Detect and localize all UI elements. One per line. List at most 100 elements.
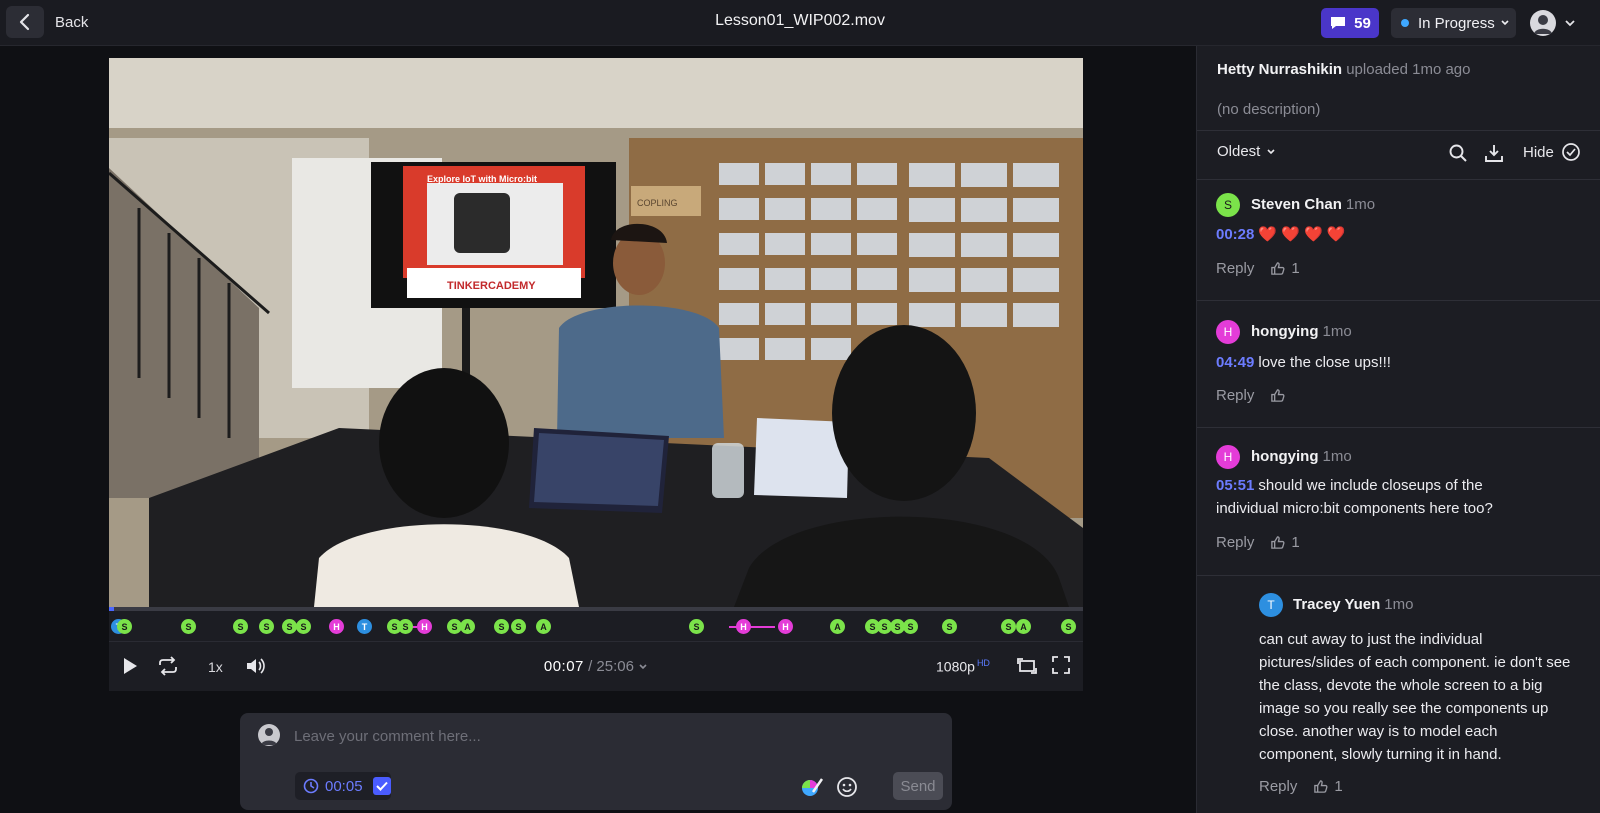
timeline-marker[interactable]: S [259,619,274,634]
chevron-down-icon [639,664,647,670]
search-button[interactable] [1447,142,1469,164]
timestamp-toggle[interactable]: 00:05 [295,772,391,800]
comment-item[interactable]: H hongying 1mo 04:49 love the close ups!!!… [1197,301,1600,427]
comment-author: hongying [1251,448,1319,465]
volume-button[interactable] [245,656,267,676]
uploader-info: Hetty Nurrashikin uploaded 1mo ago [1217,61,1471,78]
comment-timestamp[interactable]: 00:28 [1216,226,1254,243]
like-button[interactable]: 1 [1313,778,1343,795]
user-menu[interactable] [1530,9,1590,37]
slide-brand: TINKERCADEMY [447,280,536,292]
divider [1197,130,1600,131]
fullscreen-icon [1052,656,1070,674]
like-button[interactable]: 1 [1270,260,1300,277]
back-button[interactable] [6,6,44,38]
fullscreen-button[interactable] [1052,656,1070,674]
send-button[interactable]: Send [893,772,943,800]
chevron-down-icon [1267,148,1275,154]
reply-button[interactable]: Reply [1216,260,1254,277]
timeline-marker[interactable]: A [1016,619,1031,634]
check-circle-icon [1562,143,1580,161]
back-label[interactable]: Back [55,14,88,31]
like-button[interactable]: 1 [1270,534,1300,551]
user-icon [261,728,277,745]
timeline-marker[interactable]: S [117,619,132,634]
comment-reply-item[interactable]: T Tracey Yuen 1mo can cut away to just th… [1197,576,1600,813]
comment-text: can cut away to just the individual pict… [1259,631,1571,763]
comment-timestamp[interactable]: 05:51 [1216,477,1254,494]
timeline-marker[interactable]: S [942,619,957,634]
timeline-marker[interactable]: S [233,619,248,634]
hide-label: Hide [1523,143,1554,161]
download-icon [1485,145,1503,162]
timeline-marker[interactable]: S [181,619,196,634]
play-button[interactable] [121,656,139,676]
like-count: 1 [1291,260,1300,277]
comment-time: 1mo [1384,596,1414,613]
timeline-marker[interactable]: S [511,619,526,634]
comment-header: Tracey Yuen 1mo [1293,596,1413,613]
like-count: 1 [1334,778,1343,795]
comment-header: hongying 1mo [1251,448,1352,465]
comment-text: ❤️ ❤️ ❤️ ❤️ [1258,226,1346,243]
timestamp-checkbox[interactable] [372,777,391,795]
hide-comments-button[interactable]: Hide [1523,142,1581,162]
timeline-marker[interactable]: A [830,619,845,634]
timeline-marker[interactable]: S [1061,619,1076,634]
comment-avatar: S [1216,193,1240,217]
aspect-button[interactable] [1017,656,1037,676]
time-readout[interactable]: 00:07 / 25:06 [544,658,648,675]
comment-body: 00:28 ❤️ ❤️ ❤️ ❤️ [1216,223,1586,246]
status-dropdown[interactable]: In Progress [1391,8,1516,38]
timeline-marker[interactable]: S [494,619,509,634]
annotate-button[interactable] [800,775,824,799]
comment-item[interactable]: S Steven Chan 1mo 00:28 ❤️ ❤️ ❤️ ❤️ Reply … [1197,180,1600,300]
loop-icon [159,656,177,676]
timeline-marker[interactable]: A [536,619,551,634]
clock-icon [303,778,319,794]
comment-timestamp[interactable]: 04:49 [1216,354,1254,371]
slide-title: Explore IoT with Micro:bit [427,174,537,184]
chevron-left-icon [19,13,30,31]
sort-dropdown[interactable]: Oldest [1217,143,1276,160]
timeline-marker[interactable]: A [460,619,475,634]
emoji-button[interactable] [835,775,859,799]
status-label: In Progress [1418,14,1495,32]
quality-selector[interactable]: 1080p HD [936,658,990,675]
comment-body: can cut away to just the individual pict… [1259,628,1575,766]
comment-actions: Reply 1 [1259,778,1343,795]
comment-count-button[interactable]: 59 [1321,8,1379,38]
comment-composer: 00:05 Send [240,713,952,810]
comment-input[interactable] [294,725,914,747]
top-bar: Back Lesson01_WIP002.mov 59 In Progress [0,0,1600,46]
timeline-marker[interactable]: S [398,619,413,634]
comment-item[interactable]: H hongying 1mo 05:51 should we include clo… [1197,428,1600,574]
video-frame[interactable]: COPLING Explore IoT with Micro:bit TINKE… [109,58,1083,607]
loop-button[interactable] [157,656,179,676]
chevron-down-icon [1501,20,1509,26]
timeline-marker[interactable]: S [282,619,297,634]
timeline-marker[interactable]: H [329,619,344,634]
time-separator: / [588,658,593,675]
timeline-marker[interactable]: S [903,619,918,634]
reply-button[interactable]: Reply [1216,534,1254,551]
timeline-marker[interactable]: H [778,619,793,634]
comment-actions: Reply [1216,387,1285,404]
comment-time: 1mo [1322,448,1352,465]
reply-button[interactable]: Reply [1259,778,1297,795]
timeline-marker[interactable]: S [1001,619,1016,634]
timeline-marker[interactable]: H [736,619,751,634]
comment-body: 04:49 love the close ups!!! [1216,351,1586,374]
speech-bubble-icon [1331,17,1346,29]
timeline-marker[interactable]: S [689,619,704,634]
comment-header: hongying 1mo [1251,323,1352,340]
reply-button[interactable]: Reply [1216,387,1254,404]
playback-speed[interactable]: 1x [208,659,223,675]
timeline-marker[interactable]: S [296,619,311,634]
smiley-icon [837,777,857,797]
thumbs-up-icon [1271,536,1285,549]
download-button[interactable] [1483,142,1505,164]
timeline-marker[interactable]: H [417,619,432,634]
timeline-marker[interactable]: T [357,619,372,634]
like-button[interactable] [1270,388,1285,403]
